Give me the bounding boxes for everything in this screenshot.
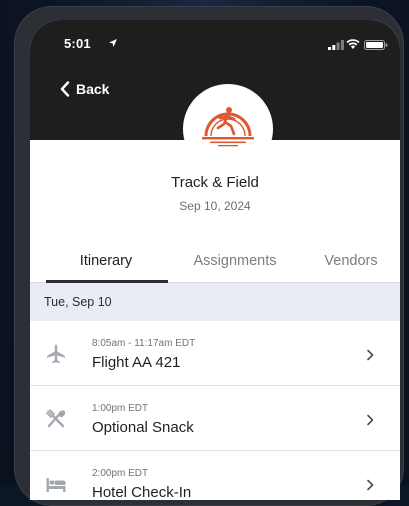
- utensils-icon: [46, 409, 66, 428]
- chevron-left-icon: [60, 81, 70, 97]
- itinerary-item-snack[interactable]: 1:00pm EDT Optional Snack: [30, 387, 400, 451]
- event-title: Track & Field: [171, 174, 259, 191]
- tab-vendors[interactable]: Vendors: [306, 242, 396, 280]
- back-button[interactable]: Back: [60, 78, 109, 100]
- back-label: Back: [76, 81, 110, 97]
- item-time: 8:05am - 11:17am EDT: [92, 338, 196, 349]
- airplane-icon: [47, 344, 65, 364]
- battery-icon: [364, 40, 388, 50]
- row-divider: [30, 385, 400, 386]
- chevron-right-icon: [367, 414, 374, 426]
- row-divider: [30, 450, 400, 451]
- chevron-right-icon: [367, 479, 374, 491]
- itinerary-item-flight[interactable]: 8:05am - 11:17am EDT Flight AA 421: [30, 322, 400, 386]
- phone-frame: 5:01 Back Track & Field Sep 10, 2024 Iti…: [14, 6, 404, 506]
- runner-sunset-logo: [202, 107, 254, 147]
- status-bar: 5:01: [30, 20, 400, 56]
- day-label: Tue, Sep 10: [44, 295, 112, 309]
- chevron-right-icon: [367, 349, 374, 361]
- signal-icon: [328, 40, 344, 50]
- tab-bar: Itinerary Assignments Vendors: [30, 242, 400, 283]
- item-time: 2:00pm EDT: [92, 468, 149, 479]
- bed-icon: [46, 478, 66, 492]
- item-title: Flight AA 421: [92, 354, 181, 371]
- wifi-icon: [346, 39, 360, 49]
- tab-itinerary[interactable]: Itinerary: [46, 242, 166, 280]
- item-title: Optional Snack: [92, 419, 194, 436]
- day-section-header: Tue, Sep 10: [30, 283, 400, 321]
- app-screen: 5:01 Back Track & Field Sep 10, 2024 Iti…: [30, 20, 400, 500]
- tab-assignments[interactable]: Assignments: [170, 242, 300, 280]
- event-date: Sep 10, 2024: [179, 199, 251, 213]
- event-logo: [183, 84, 273, 174]
- location-arrow-icon: [109, 39, 117, 47]
- itinerary-item-hotel[interactable]: 2:00pm EDT Hotel Check-In: [30, 452, 400, 500]
- item-title: Hotel Check-In: [92, 484, 192, 500]
- item-time: 1:00pm EDT: [92, 403, 149, 414]
- status-time: 5:01: [64, 36, 91, 51]
